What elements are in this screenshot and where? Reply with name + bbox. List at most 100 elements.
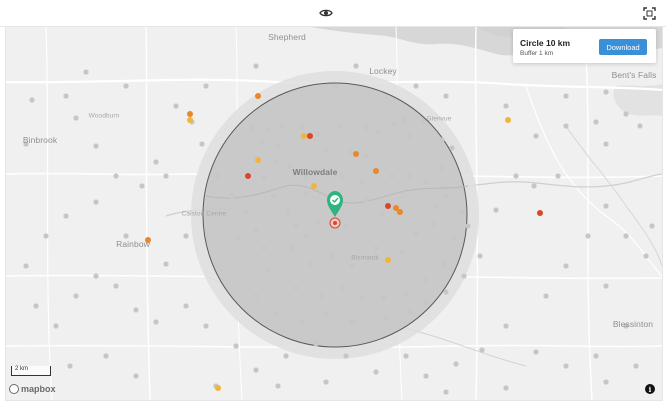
map-point: [543, 293, 549, 299]
map-point: [399, 249, 405, 255]
highlighted-point[interactable]: [245, 173, 251, 179]
map-point: [343, 223, 349, 229]
map-point: [43, 233, 49, 239]
map-point: [407, 133, 413, 139]
scale-bar: 2 km: [11, 366, 51, 376]
fullscreen-icon: [643, 7, 656, 20]
layer-popup: Circle 10 km Buffer 1 km Download: [513, 29, 656, 63]
map-point: [403, 353, 409, 359]
map-point: [343, 353, 349, 359]
map-point: [363, 153, 369, 159]
map-point: [389, 173, 395, 179]
map-point: [83, 69, 89, 75]
map-point: [203, 83, 209, 89]
map-point: [93, 273, 99, 279]
info-button[interactable]: i: [645, 384, 655, 394]
highlighted-point[interactable]: [397, 209, 403, 215]
map-point: [323, 379, 329, 385]
map-canvas[interactable]: Shepherd Lockey Woodburn Binbrook Willow…: [5, 26, 663, 401]
highlighted-point[interactable]: [255, 93, 261, 99]
map-point: [233, 343, 239, 349]
map-point: [623, 111, 629, 117]
map-point: [513, 173, 519, 179]
map-point: [381, 295, 387, 301]
map-point: [33, 303, 39, 309]
map-point: [93, 143, 99, 149]
map-point: [53, 323, 59, 329]
highlighted-point[interactable]: [505, 117, 511, 123]
map-point: [307, 261, 313, 267]
map-point: [93, 199, 99, 205]
popup-title: Circle 10 km: [520, 38, 571, 48]
map-point: [293, 285, 299, 291]
highlighted-point[interactable]: [307, 133, 313, 139]
map-point: [337, 123, 343, 129]
map-point: [339, 173, 345, 179]
map-point: [563, 93, 569, 99]
map-point: [391, 121, 397, 127]
map-point: [383, 315, 389, 321]
map-point: [163, 173, 169, 179]
map-point: [123, 233, 129, 239]
map-point: [443, 389, 449, 395]
highlighted-point[interactable]: [385, 203, 391, 209]
highlighted-point[interactable]: [311, 183, 317, 189]
place-label: Lockey: [369, 66, 397, 76]
map-point: [353, 63, 359, 69]
map-point: [265, 267, 271, 273]
map-point: [477, 253, 483, 259]
toggle-visibility-button[interactable]: [317, 5, 335, 21]
map-point: [133, 307, 139, 313]
scale-label: 2 km: [15, 366, 29, 372]
map-point: [459, 209, 465, 215]
map-point: [375, 129, 381, 135]
fullscreen-button[interactable]: [642, 6, 657, 21]
map-point: [623, 233, 629, 239]
toolbar: [0, 0, 666, 27]
highlighted-point[interactable]: [187, 117, 193, 123]
mapbox-wordmark: mapbox: [21, 384, 56, 394]
map-point: [413, 231, 419, 237]
map-point: [379, 211, 385, 217]
map-point: [299, 125, 305, 131]
place-label: Bismarck: [351, 254, 379, 262]
river-line: [565, 125, 662, 267]
map-point: [153, 319, 159, 325]
highlighted-point[interactable]: [255, 157, 261, 163]
place-label: Woodburn: [88, 112, 120, 120]
highlighted-point[interactable]: [215, 385, 221, 391]
highlighted-point[interactable]: [353, 151, 359, 157]
map-point: [275, 383, 281, 389]
download-button[interactable]: Download: [599, 39, 647, 55]
map-point: [637, 123, 643, 129]
mapbox-icon: [9, 384, 19, 394]
map-point: [533, 133, 539, 139]
map-point: [261, 175, 267, 181]
place-label: Bent's Falls: [611, 70, 657, 80]
map-point: [329, 253, 335, 259]
map-point: [323, 311, 329, 317]
highlighted-point[interactable]: [385, 257, 391, 263]
marker-check-badge: [330, 195, 340, 205]
map-point: [349, 319, 355, 325]
map-point: [253, 227, 259, 233]
map-point: [235, 235, 241, 241]
map-point: [303, 233, 309, 239]
map-point: [533, 349, 539, 355]
map-point: [451, 235, 457, 241]
highlighted-point[interactable]: [537, 210, 543, 216]
mapbox-logo[interactable]: mapbox: [9, 384, 56, 394]
highlighted-point[interactable]: [301, 133, 307, 139]
map-point: [333, 83, 339, 89]
map-point: [461, 273, 467, 279]
map-point: [449, 145, 455, 151]
map-point: [261, 245, 267, 251]
highlighted-point[interactable]: [373, 168, 379, 174]
map-point: [563, 363, 569, 369]
map-point: [503, 385, 509, 391]
map-point: [67, 363, 73, 369]
map-point: [63, 93, 69, 99]
map-point: [531, 183, 537, 189]
map-point: [303, 191, 309, 197]
highlighted-point[interactable]: [187, 111, 193, 117]
